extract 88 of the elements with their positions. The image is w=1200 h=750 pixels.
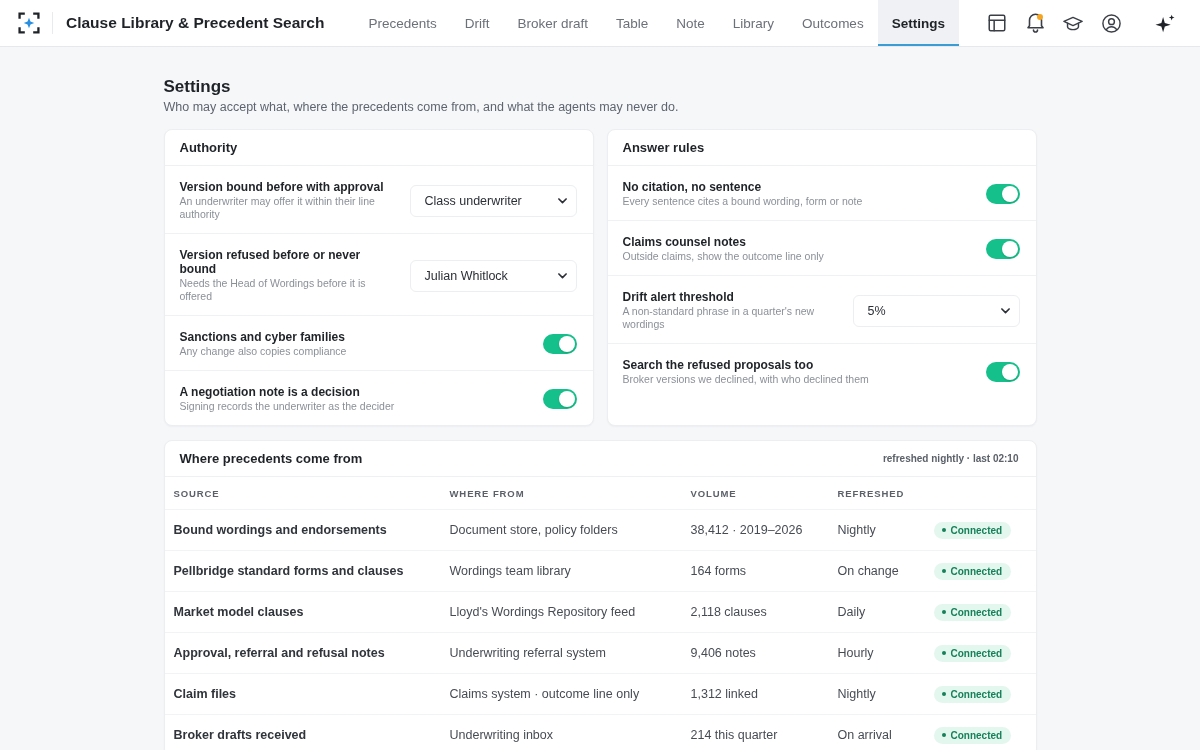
source-volume: 38,412 · 2019–2026: [690, 523, 803, 537]
sparkle-icon[interactable]: [1155, 13, 1175, 33]
logo-icon: [18, 12, 40, 34]
nav-tab[interactable]: Drift: [450, 0, 504, 46]
status-dot-icon: [941, 610, 946, 614]
source-volume: 214 this quarter: [690, 728, 778, 742]
source-name: Market model clauses: [173, 605, 304, 619]
toggle-switch[interactable]: [985, 362, 1020, 382]
source-name: Pellbridge standard forms and clauses: [173, 564, 404, 578]
toggle-switch[interactable]: [985, 184, 1020, 204]
setting-label: No citation, no sentence: [622, 180, 762, 194]
select-field[interactable]: Julian Whitlock: [409, 259, 577, 292]
refresh-schedule: Nightly: [837, 687, 876, 701]
column-header: SOURCE: [173, 487, 220, 499]
nav-tab[interactable]: Note: [662, 0, 719, 46]
setting-hint: A non-standard phrase in a quarter's new wordings: [622, 305, 816, 331]
toggle-switch[interactable]: [542, 334, 577, 354]
status-label: Connected: [950, 729, 1003, 741]
graduation-cap-icon[interactable]: [1063, 15, 1083, 31]
status-dot-icon: [941, 651, 946, 655]
source-name: Claim files: [173, 687, 237, 701]
source-volume: 9,406 notes: [690, 646, 756, 660]
user-icon[interactable]: [1101, 13, 1121, 33]
source-volume: 164 forms: [690, 564, 747, 578]
nav-tab[interactable]: Outcomes: [788, 0, 878, 46]
column-header: VOLUME: [690, 487, 737, 499]
setting-label: Sanctions and cyber families: [179, 330, 345, 344]
setting-hint: Outside claims, show the outcome line only: [622, 250, 824, 263]
setting-hint: Any change also copies compliance: [179, 345, 347, 358]
source-volume: 2,118 clauses: [690, 605, 767, 619]
card-title: Where precedents come from: [179, 451, 363, 466]
status-dot-icon: [941, 692, 946, 696]
setting-hint: Every sentence cites a bound wording, form or note: [622, 195, 863, 208]
status-dot-icon: [941, 528, 946, 532]
column-header: WHERE FROM: [449, 487, 525, 499]
setting-label: Search the refused proposals too: [622, 358, 814, 372]
setting-label: A negotiation note is a decision: [179, 385, 360, 399]
refresh-schedule: Nightly: [837, 523, 876, 537]
refresh-note: refreshed nightly · last 02:10: [882, 453, 1019, 464]
chevron-down-icon: [557, 197, 567, 204]
setting-label: Claims counsel notes: [622, 235, 746, 249]
refresh-schedule: Hourly: [837, 646, 874, 660]
refresh-schedule: On change: [837, 564, 899, 578]
nav-tab[interactable]: Precedents: [354, 0, 451, 46]
select-field[interactable]: Class underwriter: [409, 184, 577, 217]
toggle-switch[interactable]: [542, 389, 577, 409]
source-name: Approval, referral and refusal notes: [173, 646, 385, 660]
refresh-schedule: Daily: [837, 605, 866, 619]
setting-hint: Broker versions we declined, with who declined them: [622, 373, 869, 386]
source-origin: Claims system · outcome line only: [449, 687, 640, 701]
setting-label: Version refused before or never bound: [179, 248, 362, 276]
page-subtitle: Who may accept what, where the precedents come from, and what the agents may never do.: [163, 99, 679, 115]
source-origin: Underwriting referral system: [449, 646, 606, 660]
source-origin: Lloyd's Wordings Repository feed: [449, 605, 636, 619]
toggle-switch[interactable]: [985, 239, 1020, 259]
nav-tab[interactable]: Settings: [877, 0, 959, 46]
card-title: Authority: [179, 140, 238, 155]
panel-layout-icon[interactable]: [988, 14, 1006, 32]
status-label: Connected: [950, 524, 1003, 536]
select-field[interactable]: 5%: [852, 294, 1020, 327]
setting-hint: An underwriter may offer it within their line authority: [179, 195, 376, 221]
card-title: Answer rules: [622, 140, 705, 155]
nav-tab[interactable]: Broker draft: [503, 0, 603, 46]
bell-icon[interactable]: [1026, 13, 1044, 33]
column-header: REFRESHED: [837, 487, 905, 499]
source-origin: Document store, policy folders: [449, 523, 618, 537]
status-dot-icon: [941, 733, 946, 737]
app-title: Clause Library & Precedent Search: [66, 14, 325, 32]
setting-hint: Needs the Head of Wordings before it is offered: [179, 277, 367, 303]
setting-hint: Signing records the underwriter as the decider: [179, 400, 395, 413]
nav-tab[interactable]: Table: [602, 0, 663, 46]
source-name: Broker drafts received: [173, 728, 307, 742]
refresh-schedule: On arrival: [837, 728, 892, 742]
source-name: Bound wordings and endorsements: [173, 523, 387, 537]
source-origin: Underwriting inbox: [449, 728, 554, 742]
page-title: Settings: [163, 77, 231, 97]
setting-label: Version bound before with approval: [179, 180, 384, 194]
chevron-down-icon: [557, 272, 567, 279]
setting-label: Drift alert threshold: [622, 290, 734, 304]
status-label: Connected: [950, 647, 1003, 659]
source-origin: Wordings team library: [449, 564, 571, 578]
status-dot-icon: [941, 569, 946, 573]
status-label: Connected: [950, 565, 1003, 577]
status-label: Connected: [950, 606, 1003, 618]
source-volume: 1,312 linked: [690, 687, 758, 701]
nav-tab[interactable]: Library: [718, 0, 789, 46]
status-label: Connected: [950, 688, 1003, 700]
chevron-down-icon: [1000, 307, 1010, 314]
